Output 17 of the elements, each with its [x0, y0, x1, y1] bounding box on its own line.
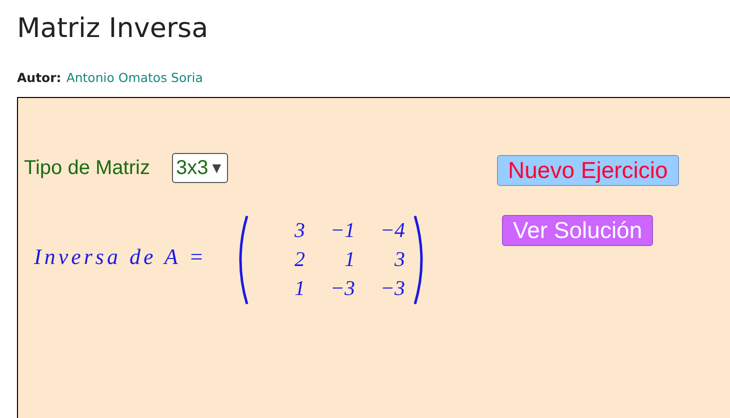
matrix-type-dropdown[interactable]: 3x3▼ — [172, 153, 228, 183]
new-exercise-button[interactable]: Nuevo Ejercicio — [497, 155, 679, 186]
matrix-label: Inversa de A = — [34, 244, 207, 270]
matrix-entry: 1 — [294, 275, 305, 302]
matrix-entry: −3 — [329, 275, 355, 302]
matrix-entry: −1 — [329, 217, 355, 244]
matrix-entry: 1 — [344, 246, 355, 273]
matrix-entry: 3 — [294, 217, 305, 244]
matrix-entry: −4 — [379, 217, 405, 244]
page-title: Matriz Inversa — [17, 12, 210, 46]
matrix-entry: 3 — [394, 246, 405, 273]
matrix-entry: 2 — [294, 246, 305, 273]
show-solution-button[interactable]: Ver Solución — [502, 215, 654, 246]
matrix-entry: −3 — [379, 275, 405, 302]
author-label: Autor: — [17, 70, 62, 86]
author-name: Antonio Omatos Soria — [66, 70, 203, 86]
matrix-type-label: Tipo de Matriz — [24, 157, 150, 180]
